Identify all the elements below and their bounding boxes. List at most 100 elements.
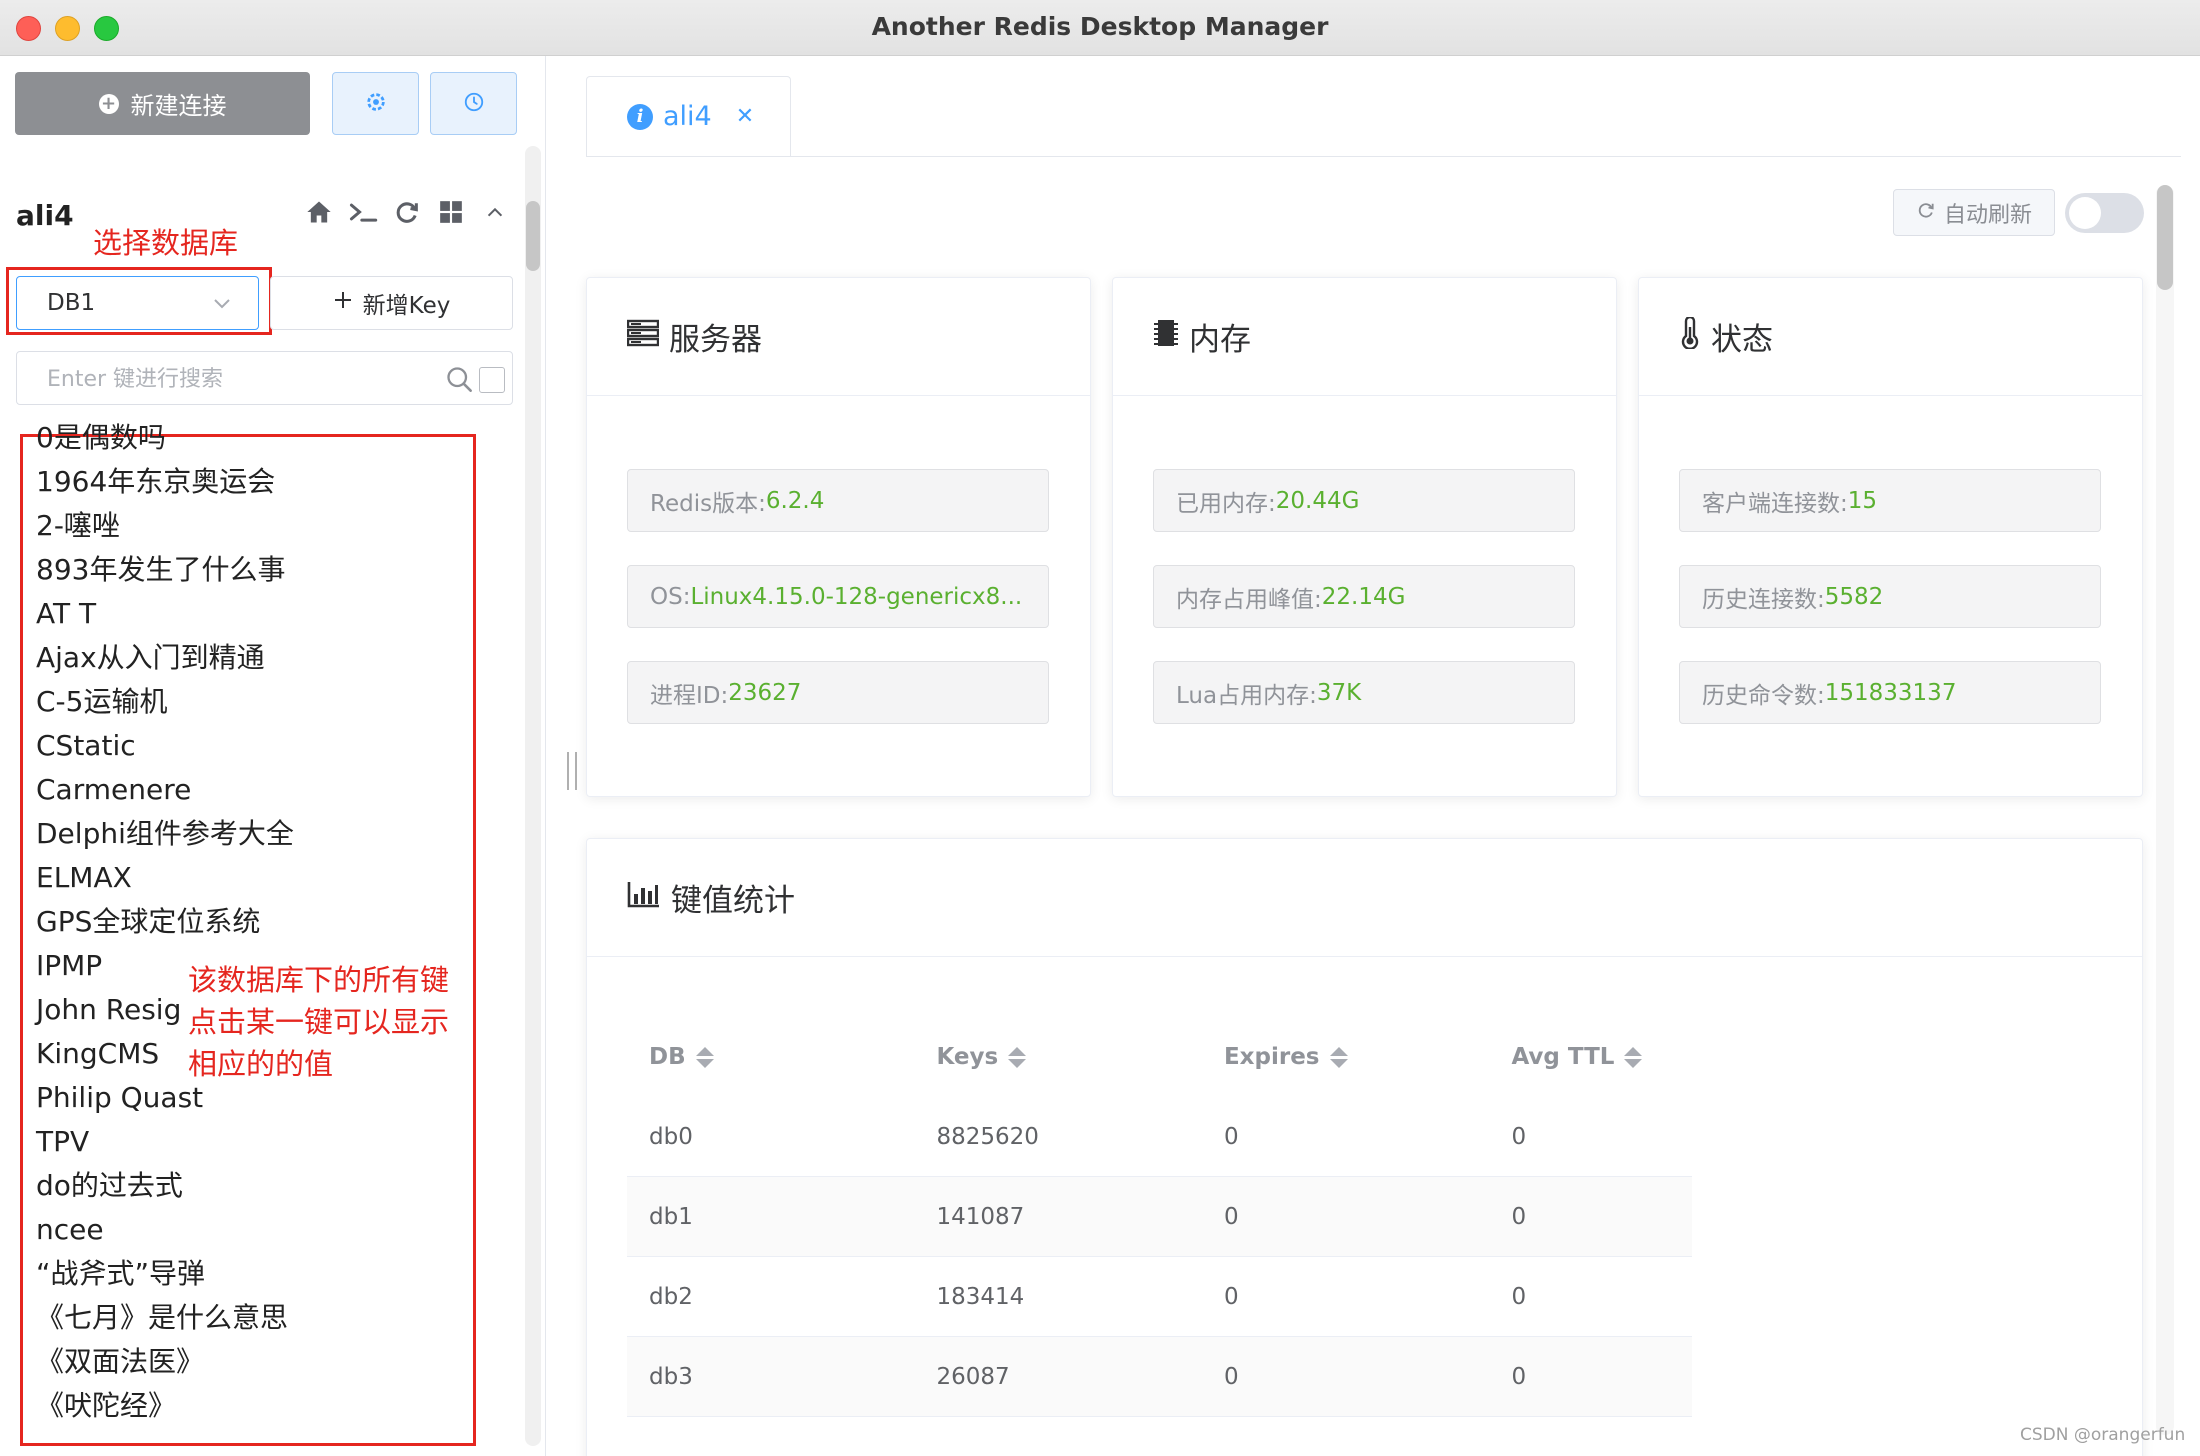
terminal-icon[interactable] xyxy=(348,197,378,227)
key-list-item[interactable]: 893年发生了什么事 xyxy=(36,548,476,592)
table-cell: db1 xyxy=(649,1203,693,1230)
key-list-item[interactable]: CStatic xyxy=(36,724,476,768)
tab-bar-line xyxy=(586,156,2181,157)
db-select[interactable]: DB1 xyxy=(16,276,259,330)
table-cell: db2 xyxy=(649,1283,693,1310)
column-header-label: Expires xyxy=(1223,1044,1320,1070)
total-commands-label: 历史命令数: xyxy=(1702,682,1825,709)
sort-icon[interactable] xyxy=(1624,1046,1643,1068)
key-list-item[interactable]: ncee xyxy=(36,1208,476,1252)
memory-card-header: 内存 xyxy=(1113,278,1616,396)
toggle-knob xyxy=(2069,197,2101,229)
key-list-item[interactable]: do的过去式 xyxy=(36,1164,476,1208)
history-button[interactable] xyxy=(430,72,517,135)
key-list-item[interactable]: Carmenere xyxy=(36,768,476,812)
os-value: Linux4.15.0-128-genericx8... xyxy=(690,583,1023,610)
connection-name[interactable]: ali4 xyxy=(16,199,74,232)
new-key-button[interactable]: 新增Key xyxy=(270,276,513,330)
column-header-avg-ttl[interactable]: Avg TTL xyxy=(1489,1044,1692,1070)
table-cell: db3 xyxy=(649,1363,693,1390)
lua-memory-label: Lua占用内存: xyxy=(1176,682,1317,709)
sort-icon[interactable] xyxy=(695,1046,714,1068)
exact-search-checkbox[interactable] xyxy=(479,367,505,393)
used-memory-label: 已用内存: xyxy=(1176,490,1276,517)
plus-circle-icon: + xyxy=(98,93,119,114)
chevron-down-icon xyxy=(210,291,234,321)
auto-refresh-toggle[interactable] xyxy=(2065,193,2144,233)
redis-version-value: 6.2.4 xyxy=(765,487,825,514)
tab-ali4[interactable]: i ali4 ✕ xyxy=(586,76,791,157)
process-id-label: 进程ID: xyxy=(650,682,729,709)
column-header-db[interactable]: DB xyxy=(627,1044,914,1070)
table-cell: 0 xyxy=(1511,1283,1527,1310)
column-header-label: DB xyxy=(649,1044,686,1070)
memory-card: 内存 已用内存: 20.44G 内存占用峰值: 22.14G Lua占用内存: … xyxy=(1112,277,1617,797)
key-search-input[interactable] xyxy=(47,362,427,396)
key-list-item[interactable]: GPS全球定位系统 xyxy=(36,900,476,944)
sidebar-scrollbar[interactable] xyxy=(525,146,541,1446)
annotation-all-keys-line2: 点击某一键可以显示 xyxy=(188,1005,450,1039)
sort-icon[interactable] xyxy=(1008,1046,1027,1068)
settings-button[interactable] xyxy=(332,72,419,135)
grid-icon[interactable] xyxy=(436,197,466,227)
key-list-item[interactable]: 《七月》是什么意思 xyxy=(36,1296,476,1340)
sidebar-scrollbar-thumb[interactable] xyxy=(526,201,540,271)
watermark: CSDN @orangerfun xyxy=(2020,1425,2186,1445)
memory-chip-icon xyxy=(1153,318,1179,356)
key-stats-header-row: DB Keys Expires Avg TTL xyxy=(627,1017,1692,1097)
key-list-item[interactable]: Delphi组件参考大全 xyxy=(36,812,476,856)
key-search-box xyxy=(16,351,513,405)
client-connections-label: 客户端连接数: xyxy=(1702,490,1848,517)
clock-icon xyxy=(463,91,485,117)
main-scrollbar-thumb[interactable] xyxy=(2157,185,2173,290)
auto-refresh-button[interactable]: 自动刷新 xyxy=(1893,189,2055,236)
process-id-tag: 进程ID: 23627 xyxy=(627,661,1049,724)
key-list-item[interactable]: 《吠陀经》 xyxy=(36,1384,476,1428)
new-connection-button[interactable]: + 新建连接 xyxy=(15,72,310,135)
sort-icon[interactable] xyxy=(1329,1046,1348,1068)
key-list-item[interactable]: “战斧式”导弹 xyxy=(36,1252,476,1296)
new-connection-label: 新建连接 xyxy=(130,92,227,120)
key-list-item[interactable]: 1964年东京奥运会 xyxy=(36,460,476,504)
os-label: OS: xyxy=(650,583,691,610)
status-card-title: 状态 xyxy=(1711,322,1773,358)
key-stats-table: DB Keys Expires Avg TTL db0 8825620 0 0 db1 1… xyxy=(627,1017,1692,1417)
refresh-icon[interactable] xyxy=(392,197,422,227)
key-stats-body: db0 8825620 0 0 db1 141087 0 0 db2 183414 0 0 db3 260… xyxy=(627,1097,1692,1417)
table-cell: 183414 xyxy=(936,1283,1025,1310)
key-list-item[interactable]: 《双面法医》 xyxy=(36,1340,476,1384)
close-icon[interactable]: ✕ xyxy=(736,104,754,129)
plus-icon xyxy=(333,290,353,316)
key-list-item[interactable]: ELMAX xyxy=(36,856,476,900)
status-card-header: 状态 xyxy=(1639,278,2142,396)
key-list-item[interactable]: 2-噻唑 xyxy=(36,504,476,548)
table-cell: 0 xyxy=(1511,1123,1527,1150)
key-list-item[interactable]: Ajax从入门到精通 xyxy=(36,636,476,680)
total-commands-tag: 历史命令数: 151833137 xyxy=(1679,661,2101,724)
search-icon[interactable] xyxy=(445,365,473,397)
key-list-item[interactable]: C-5运输机 xyxy=(36,680,476,724)
used-memory-tag: 已用内存: 20.44G xyxy=(1153,469,1575,532)
table-cell: 0 xyxy=(1223,1203,1239,1230)
table-cell: db0 xyxy=(649,1123,693,1150)
key-list-item[interactable]: 0是偶数吗 xyxy=(36,416,476,460)
column-header-expires[interactable]: Expires xyxy=(1202,1044,1489,1070)
key-list-item[interactable]: TPV xyxy=(36,1120,476,1164)
resize-handle[interactable] xyxy=(567,752,577,790)
main-scrollbar[interactable] xyxy=(2156,185,2174,1435)
key-list-item[interactable]: AT T xyxy=(36,592,476,636)
tab-label: ali4 xyxy=(663,101,712,132)
table-cell: 0 xyxy=(1223,1283,1239,1310)
total-connections-label: 历史连接数: xyxy=(1702,586,1825,613)
peak-memory-label: 内存占用峰值: xyxy=(1176,586,1322,613)
home-icon[interactable] xyxy=(304,197,334,227)
table-cell: 8825620 xyxy=(936,1123,1039,1150)
total-connections-value: 5582 xyxy=(1824,583,1884,610)
thermometer-icon xyxy=(1679,315,1701,357)
lua-memory-value: 37K xyxy=(1316,679,1362,706)
column-header-keys[interactable]: Keys xyxy=(914,1044,1201,1070)
db-select-value: DB1 xyxy=(47,290,96,316)
refresh-icon xyxy=(1916,200,1936,226)
chevron-up-icon[interactable] xyxy=(480,197,510,227)
column-header-label: Avg TTL xyxy=(1511,1044,1615,1070)
